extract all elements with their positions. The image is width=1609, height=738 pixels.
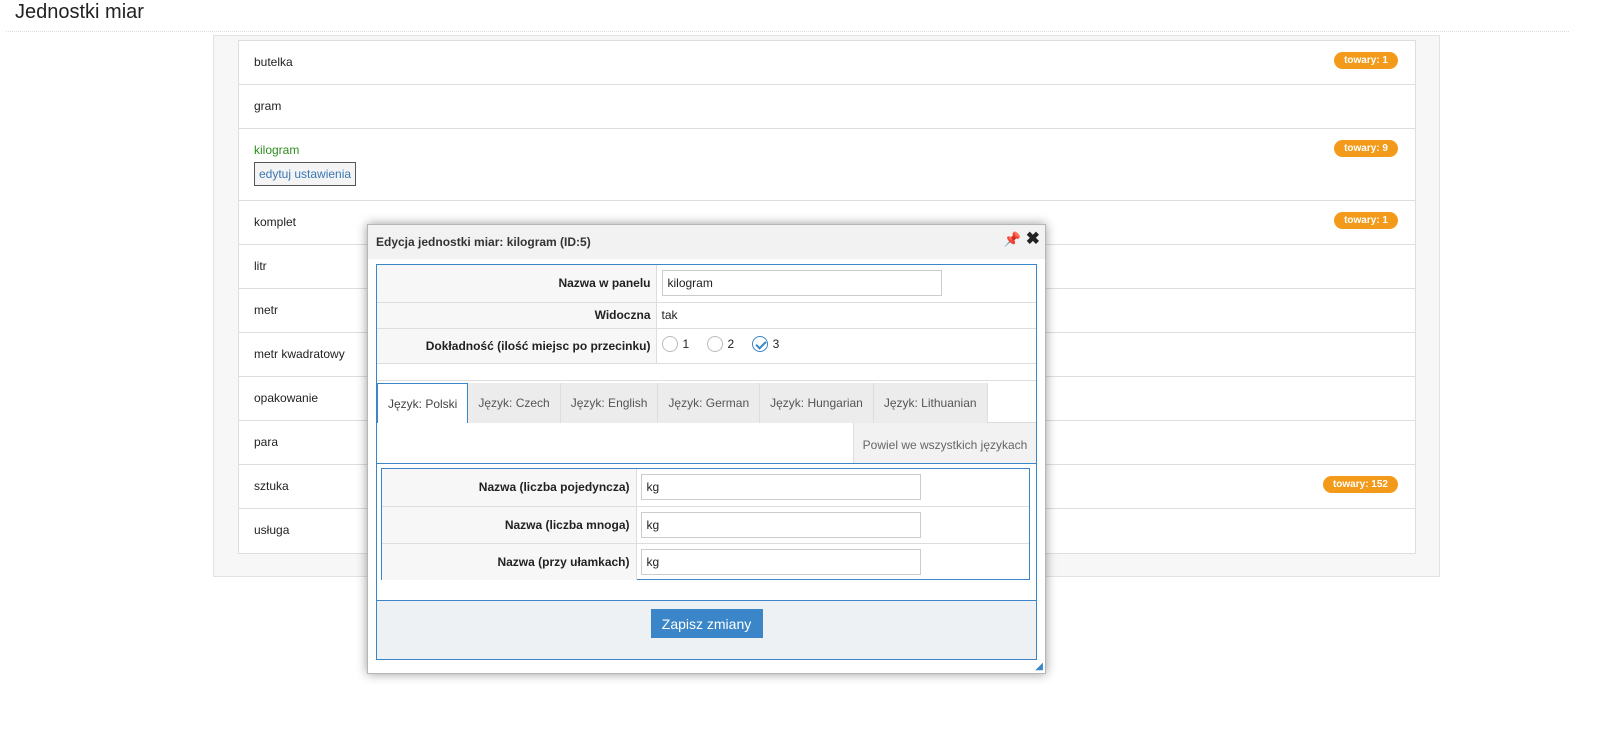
- dialog-header[interactable]: Edycja jednostki miar: kilogram (ID:5) 📌…: [368, 225, 1045, 259]
- unit-name: para: [254, 435, 279, 449]
- tab-german[interactable]: Język: German: [658, 383, 761, 423]
- copy-all-languages-button[interactable]: Powiel we wszystkich językach: [853, 423, 1036, 463]
- title-divider: [6, 31, 1569, 32]
- plural-name-input[interactable]: [640, 511, 921, 538]
- unit-name: sztuka: [254, 479, 289, 493]
- precision-label: Dokładność (ilość miejsc po przecinku): [377, 328, 657, 364]
- dialog-body: Nazwa w panelu Widoczna tak Dokładność (…: [376, 264, 1037, 660]
- panel-name-label: Nazwa w panelu: [377, 265, 657, 303]
- page-title: Jednostki miar: [15, 1, 144, 23]
- language-fields-box: Nazwa (liczba pojedyncza) Nazwa (liczba …: [377, 463, 1036, 601]
- radio-checked-icon[interactable]: [751, 336, 768, 352]
- unit-name: litr: [254, 259, 267, 273]
- unit-row-gram[interactable]: gram: [239, 85, 1415, 129]
- language-tabs: Język: Polski Język: Czech Język: Englis…: [377, 383, 1036, 423]
- panel-name-input[interactable]: [661, 270, 942, 297]
- product-count-badge: towary: 9: [1334, 140, 1398, 157]
- tab-hungarian[interactable]: Język: Hungarian: [760, 383, 874, 423]
- close-icon[interactable]: ✖: [1026, 229, 1040, 249]
- unit-name: kilogram: [254, 143, 300, 157]
- spacer-row: [377, 363, 1036, 381]
- unit-name: butelka: [254, 55, 293, 69]
- tab-lithuanian[interactable]: Język: Lithuanian: [873, 383, 988, 423]
- radio-label: 1: [682, 337, 690, 351]
- precision-option-2[interactable]: 2: [706, 336, 735, 352]
- radio-label: 2: [727, 337, 735, 351]
- precision-radio-group: 1 2 3: [656, 328, 1036, 364]
- visible-label: Widoczna: [377, 302, 657, 329]
- tab-polski[interactable]: Język: Polski: [377, 383, 469, 423]
- fraction-name-input[interactable]: [640, 548, 921, 575]
- precision-option-1[interactable]: 1: [661, 336, 690, 352]
- language-fields-table: Nazwa (liczba pojedyncza) Nazwa (liczba …: [382, 469, 1029, 580]
- radio-label: 3: [772, 337, 780, 351]
- unit-name: opakowanie: [254, 391, 319, 405]
- unit-name: usługa: [254, 523, 290, 537]
- visible-value: tak: [656, 302, 1036, 329]
- radio-icon[interactable]: [661, 336, 678, 352]
- unit-properties-table: Nazwa w panelu Widoczna tak Dokładność (…: [377, 265, 1036, 381]
- singular-name-label: Nazwa (liczba pojedyncza): [382, 469, 637, 507]
- edit-settings-button[interactable]: edytuj ustawienia: [254, 162, 357, 186]
- tab-english[interactable]: Język: English: [560, 383, 659, 423]
- tab-czech[interactable]: Język: Czech: [468, 383, 561, 423]
- pin-icon[interactable]: 📌: [1004, 231, 1021, 248]
- fraction-name-label: Nazwa (przy ułamkach): [382, 543, 637, 580]
- unit-row-kilogram[interactable]: kilogram towary: 9 edytuj ustawienia: [239, 129, 1415, 201]
- unit-name: metr kwadratowy: [254, 347, 345, 361]
- product-count-badge: towary: 1: [1334, 52, 1398, 69]
- save-bar: Zapisz zmiany: [377, 601, 1036, 659]
- dialog-title: Edycja jednostki miar: kilogram (ID:5): [376, 235, 591, 249]
- product-count-badge: towary: 152: [1322, 476, 1398, 493]
- unit-name: komplet: [254, 215, 297, 229]
- edit-unit-dialog: Edycja jednostki miar: kilogram (ID:5) 📌…: [367, 224, 1046, 674]
- unit-row-butelka[interactable]: butelka towary: 1: [239, 41, 1415, 85]
- save-changes-button[interactable]: Zapisz zmiany: [650, 609, 763, 638]
- language-fields-inner: Nazwa (liczba pojedyncza) Nazwa (liczba …: [381, 468, 1030, 580]
- unit-name: metr: [254, 303, 278, 317]
- unit-name: gram: [254, 99, 282, 113]
- radio-icon[interactable]: [706, 336, 723, 352]
- plural-name-label: Nazwa (liczba mnoga): [382, 506, 637, 544]
- product-count-badge: towary: 1: [1334, 212, 1398, 229]
- resize-grip-icon[interactable]: ◢: [1035, 661, 1043, 672]
- singular-name-input[interactable]: [640, 474, 921, 501]
- precision-option-3[interactable]: 3: [751, 336, 780, 352]
